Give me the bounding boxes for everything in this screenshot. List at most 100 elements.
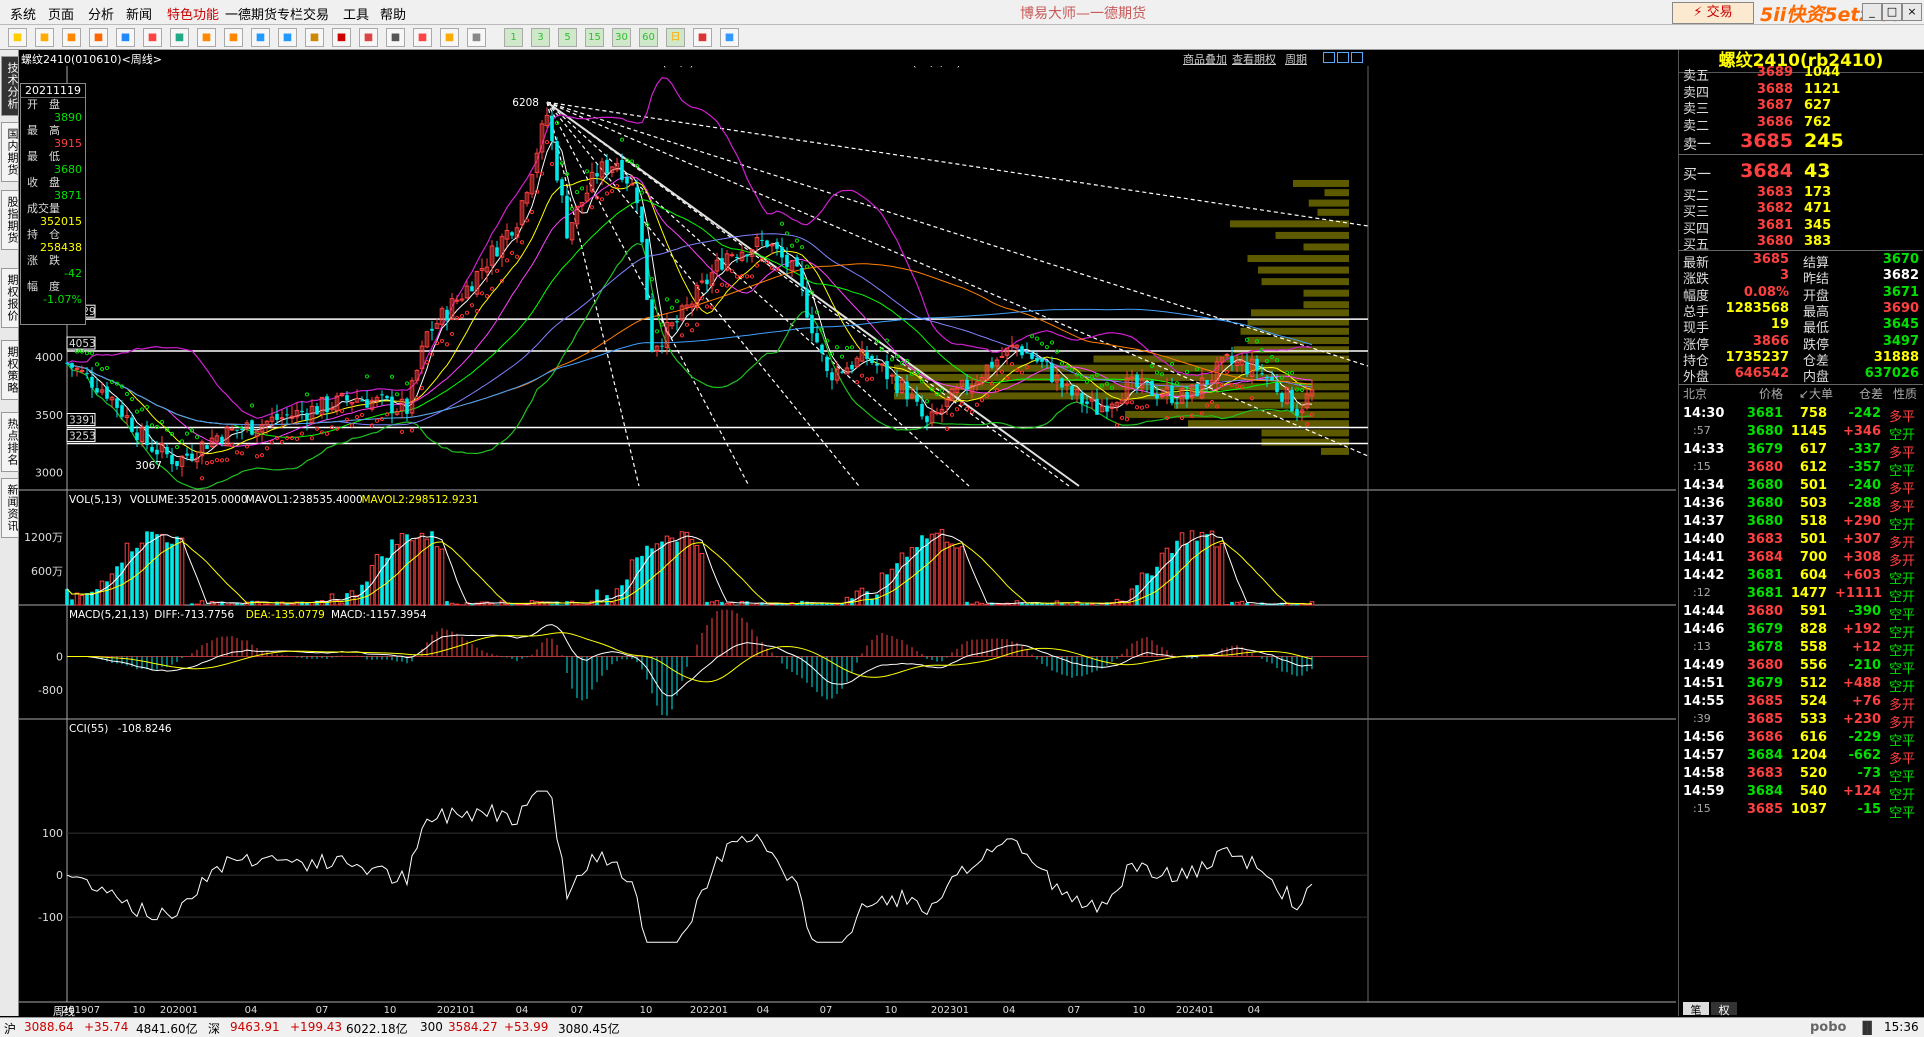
toolbar-stock-icon[interactable]: ■ xyxy=(359,28,378,47)
side-tab-1[interactable]: 国内期货 xyxy=(1,122,19,182)
layout-icon-2[interactable] xyxy=(1337,52,1349,63)
toolbar-quote-icon[interactable]: ■ xyxy=(251,28,270,47)
toolbar-zoom-in-icon[interactable]: ■ xyxy=(224,28,243,47)
hline-label: 4053 xyxy=(69,338,96,350)
window-min-button[interactable]: _ xyxy=(1862,3,1882,21)
sar-dot xyxy=(770,266,773,269)
menu-item-2[interactable]: 分析 xyxy=(88,4,114,23)
toolbar-1-icon[interactable]: 1 xyxy=(504,28,523,47)
tick-oi: -242 xyxy=(1835,406,1881,421)
toolbar-日-icon[interactable]: 日 xyxy=(666,28,685,47)
sar-dot xyxy=(340,410,343,413)
volume-bar xyxy=(875,594,879,605)
side-tab-5[interactable]: 热点排名 xyxy=(1,412,19,472)
toolbar-F10-icon[interactable]: ■ xyxy=(413,28,432,47)
toolbar-page-icon[interactable]: ■ xyxy=(62,28,81,47)
book-divider xyxy=(1679,154,1923,155)
tick-type: 多平 xyxy=(1889,496,1915,515)
candle-body xyxy=(1080,393,1084,404)
volume-profile xyxy=(894,180,1349,455)
quote-title: 螺纹2410(rb2410) xyxy=(1679,50,1923,73)
sar-dot xyxy=(490,287,493,290)
side-tab-6[interactable]: 新闻资讯 xyxy=(1,478,19,538)
volume-bar xyxy=(1165,548,1169,605)
toolbar-filter-icon[interactable]: ■ xyxy=(332,28,351,47)
tab-rights[interactable]: 权 xyxy=(1711,1002,1737,1015)
sar-dot xyxy=(360,413,363,416)
toolbar-15-icon[interactable]: 15 xyxy=(585,28,604,47)
sar-dot xyxy=(620,138,623,141)
menu-item-4[interactable]: 特色功能 xyxy=(167,4,219,23)
tick-time: 14:55 xyxy=(1683,694,1724,709)
toolbar-3-icon[interactable]: 3 xyxy=(531,28,550,47)
menu-item-1[interactable]: 页面 xyxy=(48,4,74,23)
candle-body xyxy=(90,377,94,388)
volume-bar xyxy=(665,536,669,605)
fan-line xyxy=(547,102,1368,456)
side-tab-4[interactable]: 期权策略 xyxy=(1,340,19,400)
sar-dot xyxy=(945,427,948,430)
stat-value: 3670 xyxy=(1849,252,1919,267)
menu-item-7[interactable]: 工具 xyxy=(343,4,369,23)
sar-dot xyxy=(515,255,518,258)
tick-oi: -288 xyxy=(1835,496,1881,511)
sar-dot xyxy=(1145,405,1148,408)
side-tab-0[interactable]: 技术分析 xyxy=(1,56,19,116)
toolbar-30-icon[interactable]: 30 xyxy=(612,28,631,47)
candle-body xyxy=(275,414,279,420)
link-options[interactable]: 查看期权 xyxy=(1232,51,1276,67)
trade-button[interactable]: ⚡ 交易 xyxy=(1672,2,1754,24)
tick-price: 3685 xyxy=(1743,712,1783,727)
tick-type: 空开 xyxy=(1889,586,1915,605)
candle-body xyxy=(650,299,654,351)
layout-icon[interactable] xyxy=(1323,52,1335,63)
toolbar-60-icon[interactable]: 60 xyxy=(639,28,658,47)
link-period[interactable]: 周期 xyxy=(1285,51,1307,67)
sar-dot xyxy=(310,437,313,440)
volume-bar xyxy=(375,555,379,605)
menu-item-0[interactable]: 系统 xyxy=(10,4,36,23)
toolbar-menu-icon[interactable]: ■ xyxy=(440,28,459,47)
toolbar-pen-icon[interactable]: ■ xyxy=(116,28,135,47)
toolbar-5-icon[interactable]: 5 xyxy=(558,28,577,47)
sar-dot xyxy=(1045,345,1048,348)
toolbar-news-icon[interactable]: ■ xyxy=(143,28,162,47)
kline-chart[interactable]: KMA5:4120MA13:5067MA21:5206MA34:5214MA55… xyxy=(19,66,1676,1016)
toolbar-info-icon[interactable]: ■ xyxy=(720,28,739,47)
toolbar-zoom-out-icon[interactable]: ■ xyxy=(197,28,216,47)
toolbar-home-icon[interactable]: ■ xyxy=(35,28,54,47)
toolbar-search-icon[interactable]: ■ xyxy=(170,28,189,47)
toolbar-list-icon[interactable]: ■ xyxy=(305,28,324,47)
ma-legend-item: MA5:4120 xyxy=(81,66,134,69)
toolbar-notice-icon[interactable]: ■ xyxy=(693,28,712,47)
sar-dot xyxy=(795,239,798,242)
candle-body xyxy=(235,430,239,431)
layout-icon-3[interactable] xyxy=(1351,52,1363,63)
sar-dot xyxy=(680,334,683,337)
sar-dot xyxy=(415,397,418,400)
ma-legend-item: MA144:4052 xyxy=(440,66,507,69)
window-max-button[interactable]: □ xyxy=(1882,3,1902,21)
link-overlay[interactable]: 商品叠加 xyxy=(1183,51,1227,67)
tick-price: 3683 xyxy=(1743,766,1783,781)
side-tab-3[interactable]: 期权报价 xyxy=(1,268,19,328)
toolbar-pin-icon[interactable]: ■ xyxy=(386,28,405,47)
toolbar-calc-icon[interactable]: ■ xyxy=(467,28,486,47)
menu-item-5[interactable]: 一德期货专栏 xyxy=(225,4,303,23)
bid-volume: 173 xyxy=(1804,185,1831,200)
menu-item-8[interactable]: 帮助 xyxy=(380,4,406,23)
menu-item-3[interactable]: 新闻 xyxy=(126,4,152,23)
dea-line xyxy=(67,633,1312,682)
menu-item-6[interactable]: 交易 xyxy=(303,4,329,23)
side-tab-2[interactable]: 股指期货 xyxy=(1,190,19,250)
sar-dot xyxy=(1060,362,1063,365)
sar-dot xyxy=(325,432,328,435)
window-close-button[interactable]: × xyxy=(1902,3,1922,21)
tab-trades[interactable]: 笔 xyxy=(1683,1002,1709,1015)
toolbar-back-icon[interactable]: ■ xyxy=(8,28,27,47)
volume-bar xyxy=(845,597,849,605)
toolbar-report-icon[interactable]: ■ xyxy=(89,28,108,47)
ask-price: 3688 xyxy=(1733,82,1793,97)
tick-time: 14:56 xyxy=(1683,730,1724,745)
toolbar-order-icon[interactable]: ■ xyxy=(278,28,297,47)
